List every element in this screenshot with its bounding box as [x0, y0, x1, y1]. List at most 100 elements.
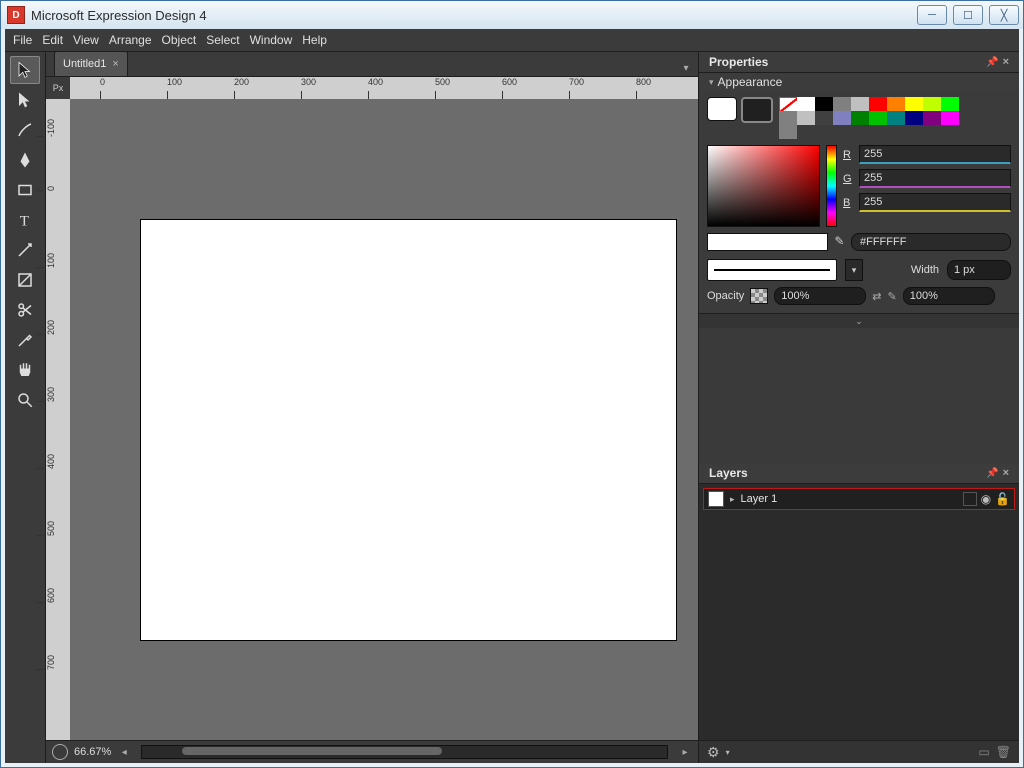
toolbox: T	[5, 52, 46, 763]
hue-slider[interactable]	[826, 145, 837, 227]
stroke-style-dropdown-icon[interactable]: ▾	[845, 259, 863, 281]
opacity-fill-input[interactable]	[774, 287, 866, 305]
swatch[interactable]	[923, 111, 941, 125]
layer-color-icon[interactable]	[963, 492, 977, 506]
swatch[interactable]	[815, 97, 833, 111]
tool-pan[interactable]	[10, 356, 40, 384]
color-preview	[707, 233, 828, 251]
opacity-stroke-input[interactable]	[903, 287, 995, 305]
canvas-area: Px 0100200300400500600700800 -1000100200…	[46, 77, 698, 763]
opacity-label: Opacity	[707, 290, 744, 302]
scrollbar-horizontal[interactable]	[141, 745, 668, 759]
svg-text:T: T	[20, 213, 29, 229]
layers-pin-icon[interactable]: 📌	[986, 468, 998, 479]
color-swatches	[779, 97, 959, 139]
tool-gradient[interactable]	[10, 266, 40, 294]
scroll-left-icon[interactable]: ◂	[117, 745, 131, 759]
scrollbar-thumb[interactable]	[182, 747, 442, 755]
zoom-value[interactable]: 66.67%	[74, 746, 111, 758]
menu-help[interactable]: Help	[302, 33, 327, 47]
swatch[interactable]	[833, 111, 851, 125]
ruler-horizontal[interactable]: 0100200300400500600700800	[70, 77, 698, 100]
menu-edit[interactable]: Edit	[42, 33, 63, 47]
tool-brush[interactable]	[10, 116, 40, 144]
swatch[interactable]	[797, 97, 815, 111]
swatch[interactable]	[851, 111, 869, 125]
tool-pen[interactable]	[10, 146, 40, 174]
layer-lock-icon[interactable]: 🔓	[995, 492, 1010, 506]
swatch[interactable]	[869, 97, 887, 111]
tab-close-icon[interactable]: ×	[112, 58, 118, 70]
zoom-icon[interactable]	[52, 744, 68, 760]
swatch[interactable]	[887, 111, 905, 125]
swatch[interactable]	[941, 97, 959, 111]
appearance-body: R G B ✎ ▾ Width	[699, 91, 1019, 313]
swatch[interactable]	[779, 111, 797, 125]
menu-arrange[interactable]: Arrange	[109, 33, 152, 47]
stroke-style-select[interactable]	[707, 259, 837, 281]
swatch[interactable]	[887, 97, 905, 111]
r-input[interactable]	[859, 145, 1011, 164]
fill-color-box[interactable]	[707, 97, 737, 121]
swatch[interactable]	[779, 125, 797, 139]
maximize-button[interactable]: ☐	[953, 5, 983, 25]
menu-view[interactable]: View	[73, 33, 99, 47]
layers-options-icon[interactable]: ⚙	[707, 744, 720, 761]
tool-scissors[interactable]	[10, 296, 40, 324]
hex-input[interactable]	[851, 233, 1011, 251]
panel-close-icon[interactable]: ×	[1003, 56, 1009, 68]
tool-direct-select[interactable]	[10, 86, 40, 114]
layer-row[interactable]: ▸ Layer 1 ◉ 🔓	[703, 488, 1015, 510]
new-layer-icon[interactable]: ▭	[978, 745, 989, 759]
menu-file[interactable]: File	[13, 33, 32, 47]
ruler-unit-label[interactable]: Px	[46, 77, 71, 100]
g-input[interactable]	[859, 169, 1011, 188]
menu-select[interactable]: Select	[206, 33, 239, 47]
b-input[interactable]	[859, 193, 1011, 212]
swatch[interactable]	[833, 97, 851, 111]
titlebar[interactable]: D Microsoft Expression Design 4 ─ ☐ ╳	[1, 1, 1023, 29]
tool-eyedropper[interactable]	[10, 326, 40, 354]
opacity-checker-icon	[750, 288, 768, 304]
tabs-overflow-icon[interactable]: ▾	[678, 60, 694, 76]
g-label: G	[843, 173, 855, 185]
tool-slice[interactable]	[10, 236, 40, 264]
layer-name[interactable]: Layer 1	[741, 493, 778, 505]
tool-text[interactable]: T	[10, 206, 40, 234]
menu-object[interactable]: Object	[162, 33, 197, 47]
menu-window[interactable]: Window	[250, 33, 293, 47]
appearance-section-header[interactable]: ▾ Appearance	[699, 73, 1019, 91]
swatch[interactable]	[851, 97, 869, 111]
color-field[interactable]	[707, 145, 820, 227]
panel-expand-icon[interactable]: ⌄	[699, 313, 1019, 328]
close-button[interactable]: ╳	[989, 5, 1019, 25]
swatch[interactable]	[797, 111, 815, 125]
ruler-vertical[interactable]: -1000100200300400500600700	[46, 99, 71, 741]
link-opacity-icon[interactable]: ⇄	[872, 290, 881, 303]
delete-layer-icon[interactable]: 🗑	[996, 745, 1011, 759]
swatch[interactable]	[941, 111, 959, 125]
canvas[interactable]	[70, 99, 698, 741]
scroll-right-icon[interactable]: ▸	[678, 745, 692, 759]
statusbar: 66.67% ◂ ▸	[46, 740, 698, 763]
layers-close-icon[interactable]: ×	[1003, 467, 1009, 479]
pin-icon[interactable]: 📌	[986, 57, 998, 68]
tab-untitled1[interactable]: Untitled1 ×	[54, 51, 128, 76]
window-frame: D Microsoft Expression Design 4 ─ ☐ ╳ Fi…	[0, 0, 1024, 768]
layers-panel-header[interactable]: Layers 📌 ×	[699, 463, 1019, 484]
stroke-color-box[interactable]	[741, 97, 773, 123]
properties-panel-header[interactable]: Properties 📌 ×	[699, 52, 1019, 73]
layer-expand-icon[interactable]: ▸	[730, 494, 735, 505]
artboard[interactable]	[140, 219, 677, 641]
swatch[interactable]	[869, 111, 887, 125]
width-input[interactable]	[947, 260, 1011, 280]
swatch[interactable]	[815, 111, 833, 125]
minimize-button[interactable]: ─	[917, 5, 947, 25]
swatch[interactable]	[923, 97, 941, 111]
swatch[interactable]	[905, 111, 923, 125]
swatch[interactable]	[905, 97, 923, 111]
eyedropper-icon[interactable]: ✎	[834, 233, 845, 249]
tool-zoom[interactable]	[10, 386, 40, 414]
layer-visibility-icon[interactable]: ◉	[981, 492, 991, 506]
tool-selection[interactable]	[10, 56, 40, 84]
